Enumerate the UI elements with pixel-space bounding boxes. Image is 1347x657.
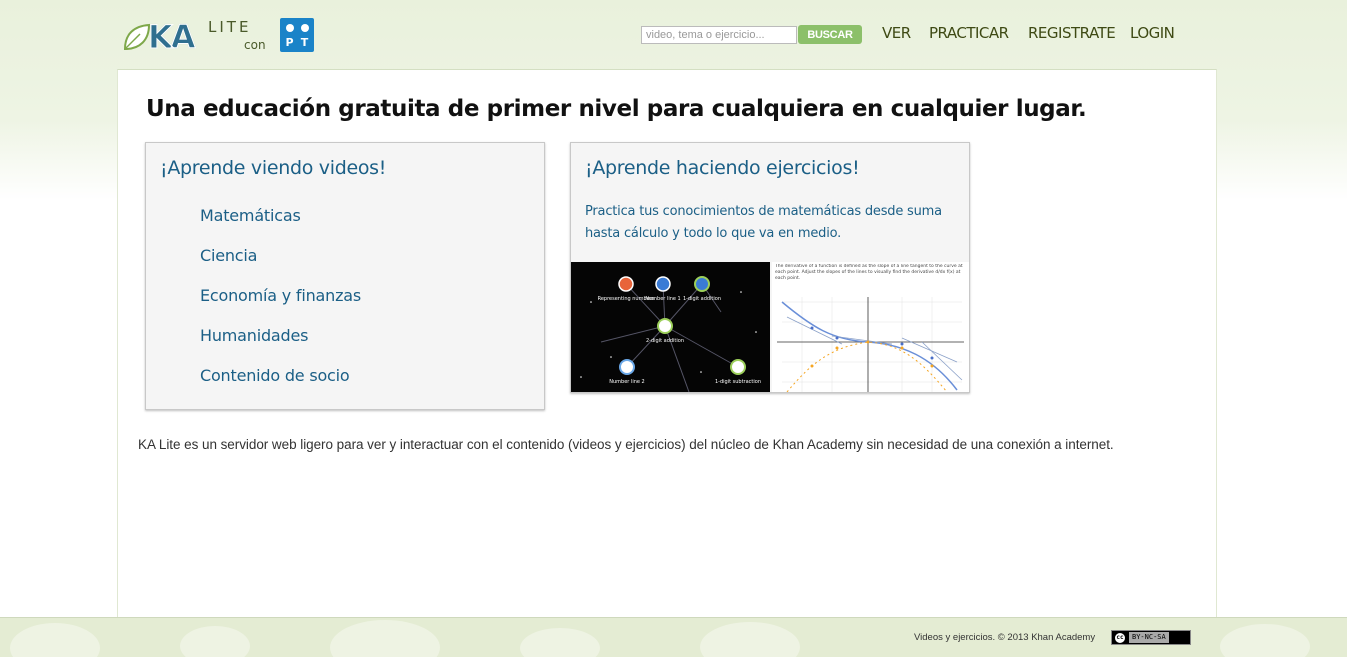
footer: Videos y ejercicios. © 2013 Khan Academy… <box>0 617 1347 657</box>
search-input[interactable] <box>641 26 797 44</box>
exercises-card-title[interactable]: ¡Aprende haciendo ejercicios! <box>585 157 860 179</box>
topic-link-socio[interactable]: Contenido de socio <box>200 366 350 385</box>
graph-caption: The derivative of a function is defined … <box>775 264 963 281</box>
exercises-preview-image[interactable]: Representing numbers Number line 1 1-dig… <box>571 262 969 393</box>
topic-link-humanidades[interactable]: Humanidades <box>200 326 308 345</box>
topic-link-matematicas[interactable]: Matemáticas <box>200 206 301 225</box>
map-node-label: Number line 2 <box>609 379 644 385</box>
nav-practicar[interactable]: PRACTICAR <box>929 24 1009 42</box>
footer-decoration <box>10 623 100 657</box>
page-headline: Una educación gratuita de primer nivel p… <box>146 96 1087 122</box>
about-text: KA Lite es un servidor web ligero para v… <box>138 437 1114 452</box>
logo-con-text: con <box>244 38 266 52</box>
cc-icon: cc <box>1114 631 1126 644</box>
partner-logo-cell: P <box>285 36 294 49</box>
footer-decoration <box>330 620 440 657</box>
knowledge-map-image: Representing numbers Number line 1 1-dig… <box>571 262 770 393</box>
partner-logo-cell <box>298 21 311 34</box>
exercises-card[interactable]: ¡Aprende haciendo ejercicios! Practica t… <box>570 142 970 393</box>
topic-link-economia[interactable]: Economía y finanzas <box>200 286 361 305</box>
topic-link-ciencia[interactable]: Ciencia <box>200 246 257 265</box>
logo-ka-text: KA <box>148 18 197 57</box>
license-text: BY-NC-SA <box>1129 632 1169 643</box>
videos-card: ¡Aprende viendo videos! Matemáticas Cien… <box>145 142 545 410</box>
nav-ver[interactable]: VER <box>882 24 911 42</box>
footer-decoration <box>700 622 800 657</box>
footer-copyright: Videos y ejercicios. © 2013 Khan Academy <box>914 632 1096 643</box>
derivative-graph-image: The derivative of a function is defined … <box>772 262 969 393</box>
license-badge[interactable]: cc BY-NC-SA <box>1111 630 1191 645</box>
nav-login[interactable]: LOGIN <box>1130 24 1175 42</box>
map-node-label: 1-digit addition <box>683 296 721 302</box>
footer-decoration <box>1220 624 1310 657</box>
footer-decoration <box>520 628 600 657</box>
map-node-label: Number line 1 <box>645 296 680 302</box>
ka-lite-logo[interactable]: KA LITE con P T <box>122 16 322 57</box>
footer-decoration <box>180 626 250 657</box>
header: KA LITE con P T BUSCAR VER PRACTICAR REG… <box>0 0 1347 70</box>
map-node-label: 1-digit subtraction <box>715 379 761 385</box>
search-button[interactable]: BUSCAR <box>798 25 862 44</box>
logo-lite-text: LITE <box>208 18 252 36</box>
partner-logo-cell <box>283 21 296 34</box>
videos-card-title[interactable]: ¡Aprende viendo videos! <box>160 157 386 179</box>
exercises-card-description: Practica tus conocimientos de matemática… <box>585 204 942 241</box>
nav-registrate[interactable]: REGISTRATE <box>1028 24 1116 42</box>
partner-logo: P T <box>280 18 314 52</box>
map-node-label: 2-digit addition <box>646 338 684 344</box>
partner-logo-cell: T <box>300 36 309 49</box>
